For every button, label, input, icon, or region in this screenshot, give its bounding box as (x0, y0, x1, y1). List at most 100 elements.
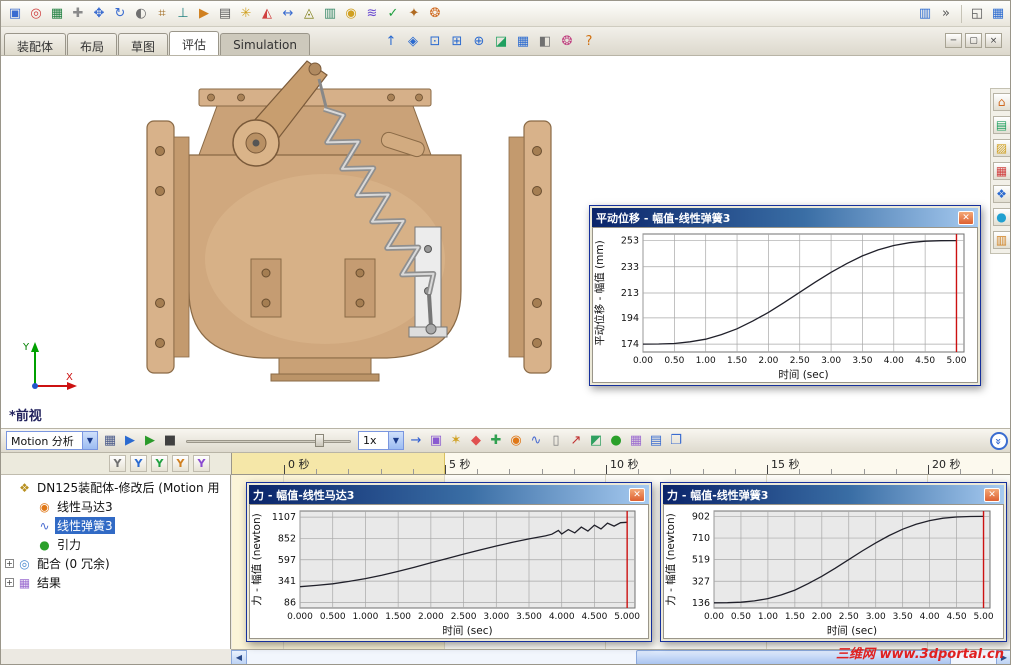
edit-appearance-icon[interactable]: ❂ (557, 31, 577, 51)
plot-window-titlebar[interactable]: 力 - 幅值-线性弹簧3 ✕ (663, 485, 1004, 504)
plot-window-titlebar[interactable]: 平动位移 - 幅值-线性弹簧3 ✕ (592, 208, 978, 227)
animation-wizard-icon[interactable]: ✶ (447, 432, 465, 450)
tree-item-mates[interactable]: + ◎ 配合 (0 冗余) (1, 554, 230, 573)
show-hidden-components-icon[interactable]: ◐ (131, 4, 151, 24)
exploded-view-icon[interactable]: ✳ (236, 4, 256, 24)
motor-icon[interactable]: ◉ (507, 432, 525, 450)
chevron-down-icon[interactable]: ▼ (388, 432, 403, 449)
tree-expander[interactable]: + (5, 559, 14, 568)
close-button[interactable]: × (985, 33, 1002, 48)
slider-thumb[interactable] (314, 433, 324, 447)
event-based-view-icon[interactable]: ▤ (647, 432, 665, 450)
taskpane-toggle-icon[interactable]: ▦ (988, 4, 1008, 24)
section-properties-icon[interactable]: ▥ (320, 4, 340, 24)
simulation-advisor-icon[interactable]: ✓ (383, 4, 403, 24)
tab-sketch[interactable]: 草图 (118, 33, 169, 55)
restore-button[interactable]: ▢ (965, 33, 982, 48)
chevron-down-icon[interactable]: ▼ (82, 432, 97, 449)
autokey-icon[interactable]: ◆ (467, 432, 485, 450)
tab-simulation[interactable]: Simulation (220, 33, 310, 55)
timeline-ruler[interactable]: 0 秒 5 秒 10 秒 15 秒 20 秒 (231, 453, 1010, 475)
move-component-icon[interactable]: ✥ (89, 4, 109, 24)
results-plots-icon[interactable]: ▦ (627, 432, 645, 450)
damper-icon[interactable]: ▯ (547, 432, 565, 450)
minimize-button[interactable]: ─ (945, 33, 962, 48)
calculate-motion-icon[interactable]: ▦ (101, 432, 119, 450)
new-motion-study-icon[interactable]: ▶ (194, 4, 214, 24)
mass-properties-icon[interactable]: ◬ (299, 4, 319, 24)
timeline-position-slider[interactable] (186, 433, 351, 449)
tree-item-linear-spring[interactable]: ∿ 线性弹簧3 (1, 516, 230, 535)
section-view-icon[interactable]: ◪ (491, 31, 511, 51)
tree-expander[interactable] (5, 483, 14, 492)
close-icon[interactable]: ✕ (984, 487, 1000, 502)
force-icon[interactable]: ↗ (567, 432, 585, 450)
spring-icon[interactable]: ∿ (527, 432, 545, 450)
copy-study-icon[interactable]: ❐ (667, 432, 685, 450)
reference-geometry-icon[interactable]: ⊥ (173, 4, 193, 24)
display-style-icon[interactable]: ◧ (535, 31, 555, 51)
tree-expander[interactable]: + (5, 578, 14, 587)
scroll-left-icon[interactable]: ◀ (231, 650, 247, 664)
view-cube-icon[interactable]: ◈ (403, 31, 423, 51)
tree-item-gravity[interactable]: ● 引力 (1, 535, 230, 554)
cascade-windows-icon[interactable]: ◱ (967, 4, 987, 24)
zoom-fit-icon[interactable]: ⊡ (425, 31, 445, 51)
help-book-icon[interactable]: ▥ (915, 4, 935, 24)
view-orientation-icon[interactable]: ▦ (513, 31, 533, 51)
file-explorer-icon[interactable]: ▨ (992, 139, 1010, 157)
view-palette-icon[interactable]: ▦ (992, 162, 1010, 180)
tree-expander[interactable] (25, 540, 34, 549)
tab-evaluate[interactable]: 评估 (169, 31, 220, 55)
filter-selected-icon[interactable]: Y (172, 455, 189, 472)
tab-assembly[interactable]: 装配体 (4, 33, 67, 55)
study-type-select[interactable]: Motion 分析 ▼ (6, 431, 98, 450)
plot-window-titlebar[interactable]: 力 - 幅值-线性马达3 ✕ (249, 485, 649, 504)
help-icon[interactable]: ? (579, 31, 599, 51)
measure-icon[interactable]: ↔ (278, 4, 298, 24)
plot-window-spring-force[interactable]: 力 - 幅值-线性弹簧3 ✕ 136 327 519 710 902 0.00 0.50 1.… (660, 482, 1007, 642)
instant3d-icon[interactable]: ✦ (404, 4, 424, 24)
close-icon[interactable]: ✕ (629, 487, 645, 502)
playback-mode-icon[interactable]: → (407, 432, 425, 450)
tree-expander[interactable] (25, 502, 34, 511)
sensor-icon[interactable]: ◉ (341, 4, 361, 24)
orientation-arrow-icon[interactable]: ↑ (381, 31, 401, 51)
insert-component-icon[interactable]: ▣ (5, 4, 25, 24)
stop-icon[interactable]: ■ (161, 432, 179, 450)
bill-of-materials-icon[interactable]: ▤ (215, 4, 235, 24)
collapse-motionmanager-icon[interactable]: » (990, 432, 1008, 450)
tree-item-linear-motor[interactable]: ◉ 线性马达3 (1, 497, 230, 516)
render-tools-icon[interactable]: ❂ (425, 4, 445, 24)
contact-icon[interactable]: ◩ (587, 432, 605, 450)
plot-window-displacement[interactable]: 平动位移 - 幅值-线性弹簧3 ✕ 174 194 213 233 253 0.00 0.5… (589, 205, 981, 386)
gravity-icon[interactable]: ● (607, 432, 625, 450)
smart-fasteners-icon[interactable]: ✚ (68, 4, 88, 24)
zoom-area-icon[interactable]: ⊞ (447, 31, 467, 51)
playback-speed-select[interactable]: 1x ▼ (358, 431, 404, 450)
filter-driving-icon[interactable]: Y (151, 455, 168, 472)
interference-detection-icon[interactable]: ◭ (257, 4, 277, 24)
zoom-in-out-icon[interactable]: ⊕ (469, 31, 489, 51)
linear-pattern-icon[interactable]: ▦ (47, 4, 67, 24)
add-key-icon[interactable]: ✚ (487, 432, 505, 450)
plot-window-motor-force[interactable]: 力 - 幅值-线性马达3 ✕ 86 341 597 852 1107 0.000 0.500… (246, 482, 652, 642)
tree-item-assembly-root[interactable]: ❖ DN125装配体-修改后 (Motion 用 (1, 478, 230, 497)
tab-layout[interactable]: 布局 (67, 33, 118, 55)
custom-properties-icon[interactable]: ▥ (992, 231, 1010, 249)
rotate-component-icon[interactable]: ↻ (110, 4, 130, 24)
toolbar-options-icon[interactable]: » (936, 4, 956, 24)
scenes-icon[interactable]: ● (992, 208, 1010, 226)
close-icon[interactable]: ✕ (958, 210, 974, 225)
design-library-icon[interactable]: ▤ (992, 116, 1010, 134)
design-study-icon[interactable]: ≋ (362, 4, 382, 24)
save-animation-icon[interactable]: ▣ (427, 432, 445, 450)
tree-expander[interactable] (25, 521, 34, 530)
play-from-start-icon[interactable]: ▶ (121, 432, 139, 450)
play-icon[interactable]: ▶ (141, 432, 159, 450)
filter-animated-icon[interactable]: Y (130, 455, 147, 472)
filter-results-icon[interactable]: Y (193, 455, 210, 472)
assembly-features-icon[interactable]: ⌗ (152, 4, 172, 24)
taskpane-home-icon[interactable]: ⌂ (992, 93, 1010, 111)
tree-item-results[interactable]: + ▦ 结果 (1, 573, 230, 592)
